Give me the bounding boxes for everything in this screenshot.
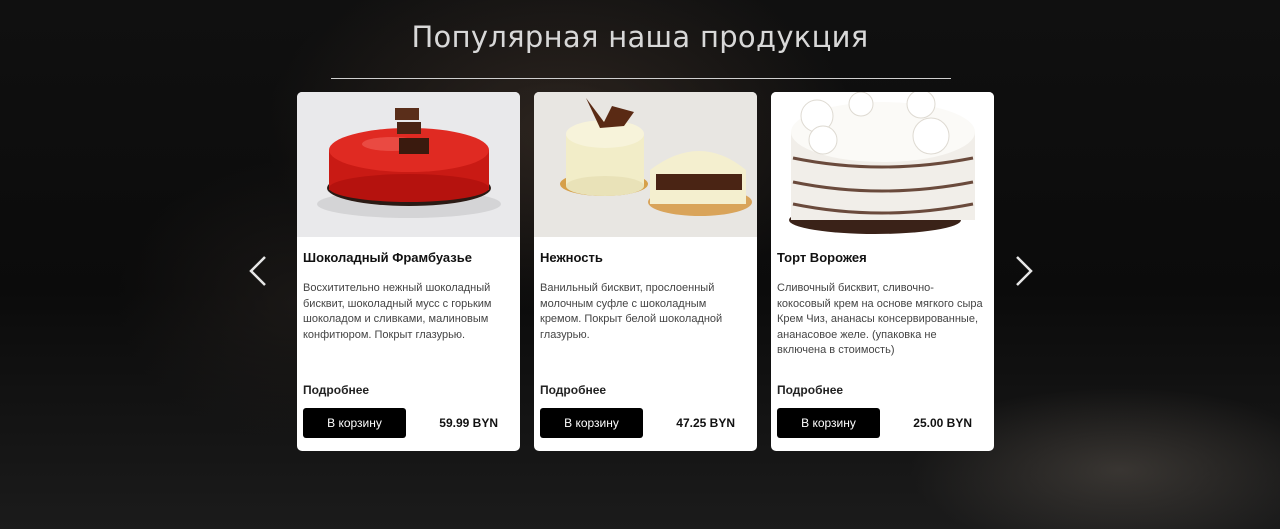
details-link[interactable]: Подробнее — [777, 383, 843, 397]
details-link[interactable]: Подробнее — [540, 383, 606, 397]
product-price: 59.99 BYN — [439, 416, 498, 430]
product-image[interactable] — [771, 92, 994, 237]
product-description: Ванильный бисквит, прослоенный молочным … — [540, 282, 723, 341]
chevron-right-icon — [1016, 256, 1033, 286]
title-divider — [331, 78, 951, 79]
product-image[interactable] — [297, 92, 520, 237]
add-to-cart-button[interactable]: В корзину — [540, 408, 643, 438]
product-card: Шоколадный Фрамбуазье Восхитительно нежн… — [297, 92, 520, 451]
carousel-next-button[interactable] — [1009, 255, 1037, 287]
product-title[interactable]: Торт Ворожея — [777, 250, 867, 265]
add-to-cart-button[interactable]: В корзину — [303, 408, 406, 438]
carousel-prev-button[interactable] — [245, 255, 273, 287]
product-image[interactable] — [534, 92, 757, 237]
product-title[interactable]: Шоколадный Фрамбуазье — [303, 250, 472, 265]
product-card: Нежность Ванильный бисквит, прослоенный … — [534, 92, 757, 451]
product-card: Торт Ворожея Сливочный бисквит, сливочно… — [771, 92, 994, 451]
product-price: 25.00 BYN — [913, 416, 972, 430]
product-description: Сливочный бисквит, сливочно-кокосовый кр… — [777, 282, 983, 356]
product-description: Восхитительно нежный шоколадный бисквит,… — [303, 282, 492, 341]
product-title[interactable]: Нежность — [540, 250, 603, 265]
product-price: 47.25 BYN — [676, 416, 735, 430]
chevron-left-icon — [249, 256, 266, 286]
add-to-cart-button[interactable]: В корзину — [777, 408, 880, 438]
section-title: Популярная наша продукция — [411, 20, 869, 54]
details-link[interactable]: Подробнее — [303, 383, 369, 397]
